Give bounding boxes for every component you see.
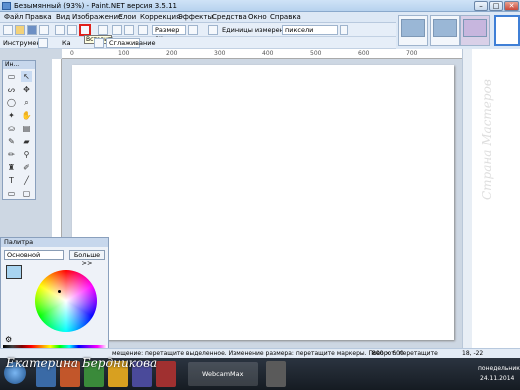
menu-file[interactable]: Файл — [4, 13, 23, 21]
move-pixels-icon[interactable]: ✥ — [21, 84, 32, 95]
line-tool-icon[interactable]: ╱ — [21, 175, 32, 186]
tools-window-title: Ин... — [3, 61, 35, 69]
palette-tools-icon[interactable]: ⚙ — [5, 335, 21, 345]
taskbar-date: 24.11.2014 — [480, 375, 515, 382]
grid-icon[interactable] — [138, 25, 148, 35]
site-watermark: Страна Мастеров — [480, 79, 494, 200]
copy-icon[interactable] — [67, 25, 77, 35]
palette-mode-select[interactable]: Основной — [4, 250, 64, 260]
menu-tools[interactable]: Средства — [212, 13, 247, 21]
vertical-scrollbar[interactable] — [462, 49, 472, 348]
ruler-mark: 200 — [166, 50, 178, 57]
image-thumbnail[interactable] — [460, 15, 490, 46]
save-icon[interactable] — [27, 25, 37, 35]
crop-to-selection-icon[interactable] — [98, 25, 108, 35]
author-signature: Екатерина Бердникова — [6, 356, 158, 370]
menu-view[interactable]: Вид — [56, 13, 70, 21]
drawing-canvas[interactable] — [72, 65, 454, 340]
grid-toggle-icon[interactable] — [208, 25, 218, 35]
menu-effects[interactable]: Эффекты — [178, 13, 213, 21]
rounded-rect-icon[interactable]: ▢ — [21, 188, 32, 199]
ruler-mark: 600 — [358, 50, 370, 57]
pencil-icon[interactable]: ✏ — [6, 149, 17, 160]
menu-image[interactable]: Изображение — [72, 13, 122, 21]
paintbrush-icon[interactable]: ✎ — [6, 136, 17, 147]
zoom-select[interactable]: Размер ок — [152, 25, 186, 42]
ruler-mark: 300 — [214, 50, 226, 57]
window-title: Безымянный (93%) - Paint.NET версия 3.5.… — [14, 2, 177, 10]
gradient-icon[interactable]: ▤ — [21, 123, 32, 134]
image-thumbnail[interactable] — [398, 15, 428, 46]
maximize-button[interactable]: □ — [489, 1, 503, 11]
color-picker-icon[interactable]: ⚲ — [21, 149, 32, 160]
zoom-in-icon[interactable] — [188, 25, 198, 35]
title-bar: Безымянный (93%) - Paint.NET версия 3.5.… — [0, 0, 520, 12]
active-image-thumbnail[interactable] — [494, 15, 520, 46]
palette-window-title: Палитра — [1, 238, 108, 247]
ruler-mark: 0 — [70, 50, 74, 57]
ruler-mark: 400 — [262, 50, 274, 57]
palette-window: Палитра Основной Больше >> ⚙ — [0, 237, 109, 352]
cut-icon[interactable] — [55, 25, 65, 35]
menu-adjustments[interactable]: Коррекция — [140, 13, 180, 21]
move-tool-icon[interactable] — [38, 38, 48, 48]
menu-layers[interactable]: Слои — [118, 13, 136, 21]
magic-wand-icon[interactable]: ✦ — [6, 110, 17, 121]
move-selection-icon[interactable]: ↖ — [21, 71, 32, 82]
ellipse-select-icon[interactable]: ◯ — [6, 97, 17, 108]
undo-icon[interactable] — [112, 25, 122, 35]
text-tool-icon[interactable]: T — [6, 175, 17, 186]
taskbar-day: понедельник — [478, 365, 520, 372]
tools-window: Ин... ▭ ↖ ᔕ ✥ ◯ ⌕ ✦ ✋ ⛀ ▤ ✎ ▰ ✏ ⚲ ♜ ✐ T … — [2, 60, 36, 200]
minimize-button[interactable]: – — [474, 1, 488, 11]
clone-stamp-icon[interactable]: ♜ — [6, 162, 17, 173]
rect-select-icon[interactable]: ▭ — [6, 71, 17, 82]
clip-label: Ка — [62, 39, 71, 47]
taskbar-app-icon[interactable] — [266, 361, 286, 387]
lasso-icon[interactable]: ᔕ — [6, 84, 17, 95]
zoom-tool-icon[interactable]: ⌕ — [21, 97, 32, 108]
ruler-mark: 100 — [118, 50, 130, 57]
new-file-icon[interactable] — [3, 25, 13, 35]
eraser-icon[interactable]: ▰ — [21, 136, 32, 147]
cursor-coords: 18, -22 — [462, 350, 484, 357]
antialias-icon[interactable] — [94, 38, 104, 48]
recolor-icon[interactable]: ✐ — [21, 162, 32, 173]
ruler-mark: 700 — [406, 50, 418, 57]
primary-color-swatch[interactable] — [6, 265, 22, 279]
redo-icon[interactable] — [124, 25, 134, 35]
taskbar-app-icon[interactable] — [156, 361, 176, 387]
more-button[interactable]: Больше >> — [69, 250, 105, 267]
print-icon[interactable] — [39, 25, 49, 35]
open-folder-icon[interactable] — [15, 25, 25, 35]
close-button[interactable]: ✕ — [504, 1, 519, 11]
image-size: 800 × 600 — [372, 350, 404, 357]
paint-bucket-icon[interactable]: ⛀ — [6, 123, 17, 134]
ruler-mark: 500 — [310, 50, 322, 57]
image-thumbnails — [396, 12, 520, 49]
paintnet-app-icon — [2, 2, 11, 10]
image-thumbnail[interactable] — [430, 15, 460, 46]
color-wheel[interactable] — [35, 270, 97, 332]
smoothing-select[interactable]: Сглаживание — [106, 38, 155, 48]
chevron-down-icon[interactable] — [340, 25, 348, 35]
menu-window[interactable]: Окно — [248, 13, 267, 21]
pan-icon[interactable]: ✋ — [21, 110, 32, 121]
menu-edit[interactable]: Правка — [25, 13, 52, 21]
ruler-horizontal: 0 100 200 300 400 500 600 700 — [62, 49, 472, 59]
rectangle-shape-icon[interactable]: ▭ — [6, 188, 17, 199]
units-select[interactable]: пиксели — [282, 25, 338, 35]
taskbar-webcammax[interactable]: WebcamMax 7.8.6.6... — [188, 362, 258, 386]
menu-help[interactable]: Справка — [270, 13, 301, 21]
